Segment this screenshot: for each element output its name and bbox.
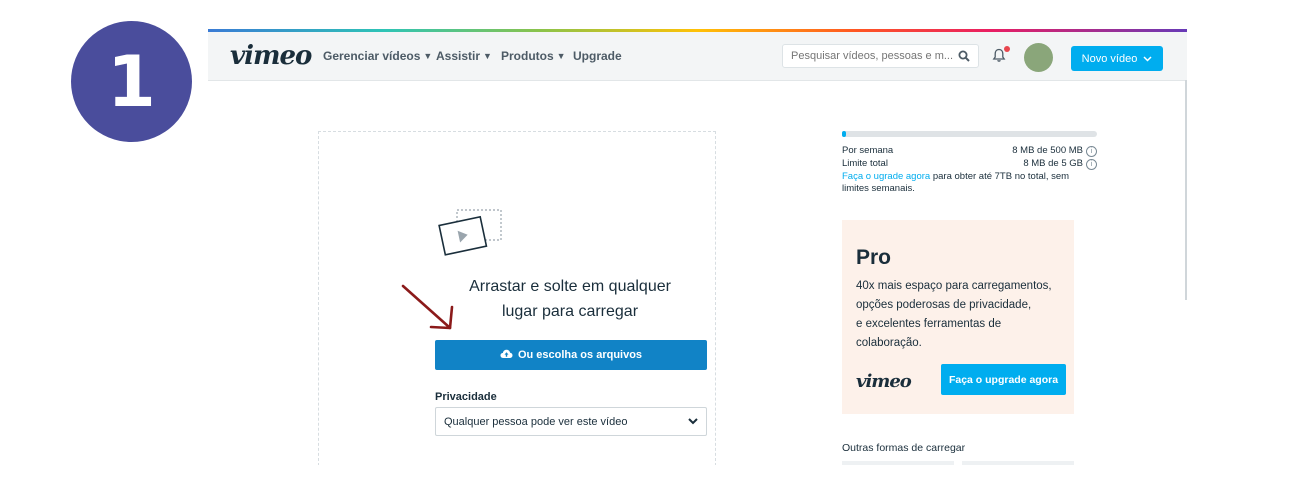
top-navigation-bar: vimeo Gerenciar vídeos ▼ Assistir ▼ Prod… [208, 32, 1187, 81]
choose-files-label: Ou escolha os arquivos [517, 349, 643, 361]
pro-desc-line: opções poderosas de privacidade, [856, 299, 1032, 311]
step-number: 1 [107, 40, 156, 123]
new-video-label: Novo vídeo [1081, 52, 1138, 65]
nav-label: Upgrade [573, 49, 622, 63]
pro-desc-line: 40x mais espaço para carregamentos, [856, 280, 1052, 292]
other-upload-option[interactable] [962, 461, 1074, 465]
info-icon[interactable]: i [1086, 146, 1097, 157]
cloud-upload-icon [500, 349, 513, 362]
vimeo-logo[interactable]: vimeo [230, 41, 312, 71]
drop-text-line2: lugar para carregar [501, 303, 639, 320]
upgrade-now-link[interactable]: Faça o ugrade agora [842, 171, 930, 182]
chevron-down-icon [1143, 53, 1152, 65]
chevron-down-icon: ▼ [483, 51, 492, 61]
other-upload-option[interactable] [842, 461, 954, 465]
weekly-label: Por semana [842, 145, 894, 156]
weekly-quota-progress [842, 131, 1097, 137]
vimeo-logo-small: vimeo [856, 371, 912, 392]
step-number-badge: 1 [71, 21, 192, 142]
total-label: Limite total [842, 158, 888, 169]
chevron-down-icon: ▼ [556, 51, 566, 61]
privacy-label: Privacidade [435, 391, 497, 403]
nav-label: Assistir [436, 49, 481, 63]
pro-title: Pro [856, 246, 892, 269]
pro-desc-line: e excelentes ferramentas de [856, 318, 1002, 330]
weekly-quota-fill [842, 131, 847, 137]
nav-gerenciar-videos[interactable]: Gerenciar vídeos ▼ [323, 49, 432, 63]
pro-upsell-card: Pro 40x mais espaço para carregamentos, … [842, 220, 1074, 414]
total-quota-row: Limite total 8 MB de 5 GB i [842, 158, 1097, 170]
notification-dot [1004, 46, 1010, 52]
video-placeholder-icon [428, 207, 504, 262]
drop-instructions: Arrastar e solte em qualquer lugar para … [435, 274, 705, 324]
choose-files-button[interactable]: Ou escolha os arquivos [435, 340, 707, 370]
avatar[interactable] [1024, 43, 1053, 72]
nav-assistir[interactable]: Assistir ▼ [436, 49, 492, 63]
chevron-down-icon [688, 416, 698, 428]
nav-upgrade[interactable]: Upgrade [573, 49, 622, 63]
search-box[interactable] [782, 44, 979, 68]
pro-desc-line: colaboração. [856, 337, 922, 349]
weekly-quota-row: Por semana 8 MB de 500 MB i [842, 145, 1097, 157]
new-video-button[interactable]: Novo vídeo [1071, 46, 1163, 71]
nav-produtos[interactable]: Produtos ▼ [501, 49, 566, 63]
chevron-down-icon: ▼ [423, 51, 433, 61]
privacy-select[interactable]: Qualquer pessoa pode ver este vídeo [435, 407, 707, 436]
scrollbar[interactable] [1185, 80, 1187, 300]
drop-text-line1: Arrastar e solte em qualquer [469, 278, 671, 295]
other-upload-methods-label: Outras formas de carregar [842, 442, 966, 454]
red-arrow-annotation [401, 284, 454, 330]
vimeo-upload-screenshot: vimeo Gerenciar vídeos ▼ Assistir ▼ Prod… [208, 29, 1187, 465]
nav-label: Gerenciar vídeos [323, 49, 421, 63]
privacy-selected-value: Qualquer pessoa pode ver este vídeo [444, 415, 628, 428]
upgrade-note: Faça o ugrade agora para obter até 7TB n… [842, 171, 1082, 195]
pro-description: 40x mais espaço para carregamentos, opçõ… [856, 277, 1071, 353]
weekly-value: 8 MB de 500 MB [1012, 145, 1083, 156]
nav-label: Produtos [501, 49, 554, 63]
total-value: 8 MB de 5 GB [1023, 158, 1083, 169]
search-input[interactable] [783, 49, 958, 63]
upgrade-now-button[interactable]: Faça o upgrade agora [941, 364, 1066, 395]
search-icon[interactable] [958, 49, 970, 67]
info-icon[interactable]: i [1086, 159, 1097, 170]
